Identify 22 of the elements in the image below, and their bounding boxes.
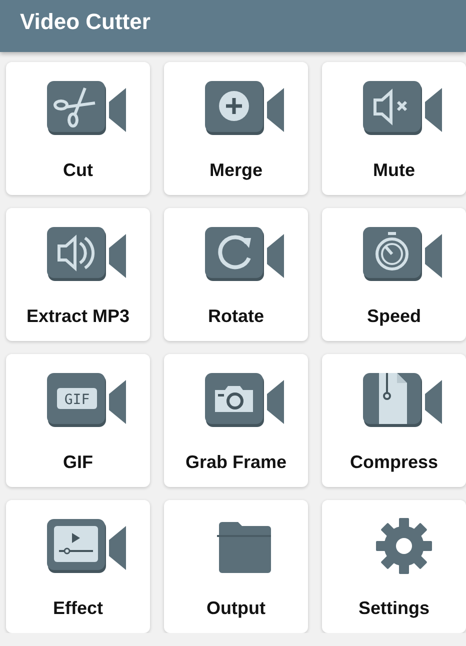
rotate-camera-icon [205,226,287,284]
tool-button[interactable]: Grab Frame [164,354,308,487]
photo-camera-icon [205,372,287,430]
video-player-camera-icon [47,518,129,576]
tool-button[interactable]: Speed [322,208,466,341]
tool-button[interactable]: Settings [322,500,466,633]
tool-button[interactable]: Mute [322,62,466,195]
tool-button[interactable]: Extract MP3 [6,208,150,341]
tool-button[interactable]: GIF GIF [6,354,150,487]
tool-button[interactable]: Merge [164,62,308,195]
document-camera-icon [363,372,445,430]
muted-speaker-camera-icon [363,80,445,138]
plus-camera-icon [205,80,287,138]
tool-button[interactable]: Effect [6,500,150,633]
tool-button[interactable]: Compress [322,354,466,487]
app-title: Video Cutter [19,8,152,36]
tool-button[interactable]: Output [164,500,308,633]
tool-button[interactable]: Rotate [164,208,308,341]
scissors-camera-icon [47,80,129,138]
speaker-camera-icon [47,226,129,284]
tool-button[interactable]: Cut [6,62,150,195]
stopwatch-camera-icon [363,226,445,284]
